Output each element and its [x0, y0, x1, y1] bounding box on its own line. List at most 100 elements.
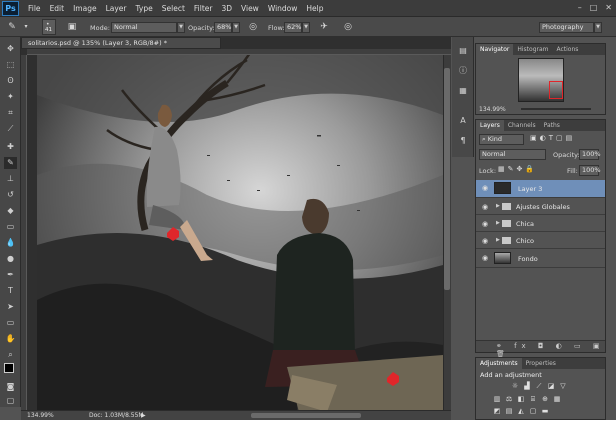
layer-row-layer3[interactable]: ◉ Layer 3: [476, 180, 605, 198]
chevron-down-icon[interactable]: ▾: [20, 21, 32, 33]
opacity-input[interactable]: 68%: [214, 22, 232, 33]
flow-input[interactable]: 62%: [284, 22, 302, 33]
menu-help[interactable]: Help: [306, 4, 323, 13]
navigator-thumbnail[interactable]: [518, 58, 564, 102]
move-tool-icon[interactable]: ✥: [4, 43, 17, 55]
fill-input[interactable]: 100%: [579, 165, 601, 176]
menu-select[interactable]: Select: [162, 4, 185, 13]
flow-dropdown-icon[interactable]: ▼: [302, 22, 310, 33]
levels-icon[interactable]: ▟: [522, 382, 532, 391]
status-arrow-icon[interactable]: ▶: [141, 411, 146, 420]
caret-right-icon[interactable]: ▶: [496, 203, 500, 209]
brush-tool-icon[interactable]: ✎: [4, 157, 17, 169]
menu-filter[interactable]: Filter: [194, 4, 213, 13]
lasso-tool-icon[interactable]: ʘ: [4, 75, 17, 87]
layer-action-icons[interactable]: ⚭ fx ◘ ◐ ▭ ▣ 🗑: [496, 342, 605, 358]
menu-window[interactable]: Window: [268, 4, 298, 13]
zoom-slider[interactable]: [521, 108, 591, 110]
channel-mixer-icon[interactable]: ⊕: [540, 395, 550, 404]
status-zoom[interactable]: 134.99%: [27, 411, 54, 420]
eraser-tool-icon[interactable]: ◆: [4, 205, 17, 217]
airbrush-icon[interactable]: ✈: [318, 21, 330, 33]
marquee-tool-icon[interactable]: ⬚: [4, 59, 17, 71]
brush-preset-picker[interactable]: • 41: [42, 19, 56, 35]
navigator-view-box[interactable]: [549, 81, 563, 99]
swatches-icon[interactable]: ▦: [457, 85, 469, 97]
navigator-zoom[interactable]: 134.99%: [479, 106, 506, 113]
close-icon[interactable]: ✕: [605, 3, 612, 12]
gradient-tool-icon[interactable]: ▭: [4, 221, 17, 233]
blend-mode-select[interactable]: Normal: [479, 149, 546, 160]
menu-view[interactable]: View: [241, 4, 259, 13]
pressure-size-icon[interactable]: ◎: [342, 21, 354, 33]
mode-select[interactable]: Normal: [111, 22, 177, 33]
stamp-tool-icon[interactable]: ⊥: [4, 173, 17, 185]
tab-paths[interactable]: Paths: [540, 120, 564, 131]
workspace-dropdown-icon[interactable]: ▼: [594, 22, 602, 33]
tab-navigator[interactable]: Navigator: [476, 44, 514, 55]
brightness-icon[interactable]: ☼: [510, 382, 520, 391]
blur-tool-icon[interactable]: 💧: [4, 237, 17, 249]
minimize-icon[interactable]: –: [578, 3, 582, 12]
threshold-icon[interactable]: ◭: [516, 407, 526, 416]
eye-icon[interactable]: ◉: [482, 220, 488, 228]
quick-select-tool-icon[interactable]: ✦: [4, 91, 17, 103]
eye-icon[interactable]: ◉: [482, 237, 488, 245]
hand-tool-icon[interactable]: ✋: [4, 333, 17, 345]
selective-color-icon[interactable]: ▢: [528, 407, 538, 416]
tab-layers[interactable]: Layers: [476, 120, 504, 131]
gradient-map-icon[interactable]: ▬: [540, 407, 550, 416]
black-white-icon[interactable]: ◧: [516, 395, 526, 404]
quick-mask-icon[interactable]: ◙: [4, 381, 17, 393]
tab-histogram[interactable]: Histogram: [513, 44, 552, 55]
zoom-tool-icon[interactable]: ⌕: [4, 349, 17, 361]
photo-filter-icon[interactable]: ⌸: [528, 395, 538, 404]
dodge-tool-icon[interactable]: ●: [4, 253, 17, 265]
menu-layer[interactable]: Layer: [106, 4, 127, 13]
curves-icon[interactable]: ⟋: [534, 382, 544, 391]
info-icon[interactable]: ⓘ: [457, 65, 469, 77]
caret-right-icon[interactable]: ▶: [496, 220, 500, 226]
brush-tool-icon[interactable]: ✎: [6, 21, 18, 33]
lock-icons[interactable]: ▦✎✥🔒: [498, 165, 537, 173]
paragraph-icon[interactable]: ¶: [457, 135, 469, 147]
filter-icons[interactable]: ▣◐T▢▤: [530, 134, 575, 142]
workspace-select[interactable]: Photography: [539, 22, 594, 33]
posterize-icon[interactable]: ▤: [504, 407, 514, 416]
crop-tool-icon[interactable]: ⌗: [4, 107, 17, 119]
exposure-icon[interactable]: ◪: [546, 382, 556, 391]
screen-mode-icon[interactable]: ▢: [4, 395, 17, 407]
healing-tool-icon[interactable]: ✚: [4, 141, 17, 153]
eye-icon[interactable]: ◉: [482, 203, 488, 211]
layer-row-chico[interactable]: ◉ ▶ Chico: [476, 233, 605, 249]
tab-properties[interactable]: Properties: [522, 358, 560, 369]
character-icon[interactable]: A: [457, 115, 469, 127]
shape-tool-icon[interactable]: ▭: [4, 317, 17, 329]
scrollbar-thumb[interactable]: [444, 68, 450, 290]
horizontal-scrollbar[interactable]: [251, 413, 361, 418]
opacity-dropdown-icon[interactable]: ▼: [232, 22, 240, 33]
menu-edit[interactable]: Edit: [50, 4, 65, 13]
history-brush-tool-icon[interactable]: ↺: [4, 189, 17, 201]
mode-dropdown-icon[interactable]: ▼: [177, 22, 185, 33]
document-tab[interactable]: solitarios.psd @ 135% (Layer 3, RGB/8#) …: [21, 37, 221, 49]
menu-image[interactable]: Image: [73, 4, 97, 13]
layer-row-ajustes[interactable]: ◉ ▶ Ajustes Globales: [476, 199, 605, 215]
layer-row-fondo[interactable]: ◉ Fondo: [476, 250, 605, 268]
color-lookup-icon[interactable]: ▦: [552, 395, 562, 404]
pressure-opacity-icon[interactable]: ◎: [247, 21, 259, 33]
layer-opacity-input[interactable]: 100%: [579, 149, 601, 160]
foreground-color-swatch[interactable]: [4, 363, 14, 373]
caret-right-icon[interactable]: ▶: [496, 237, 500, 243]
eye-icon[interactable]: ◉: [482, 184, 488, 192]
hue-saturation-icon[interactable]: ▥: [492, 395, 502, 404]
tab-adjustments[interactable]: Adjustments: [476, 358, 522, 369]
eyedropper-tool-icon[interactable]: ⟋: [4, 123, 17, 135]
color-balance-icon[interactable]: ⚖: [504, 395, 514, 404]
type-tool-icon[interactable]: T: [4, 285, 17, 297]
tab-actions[interactable]: Actions: [552, 44, 582, 55]
history-icon[interactable]: ▤: [457, 45, 469, 57]
eye-icon[interactable]: ◉: [482, 254, 488, 262]
layer-filter-select[interactable]: ⌕ Kind: [479, 134, 524, 145]
vibrance-icon[interactable]: ▽: [558, 382, 568, 391]
